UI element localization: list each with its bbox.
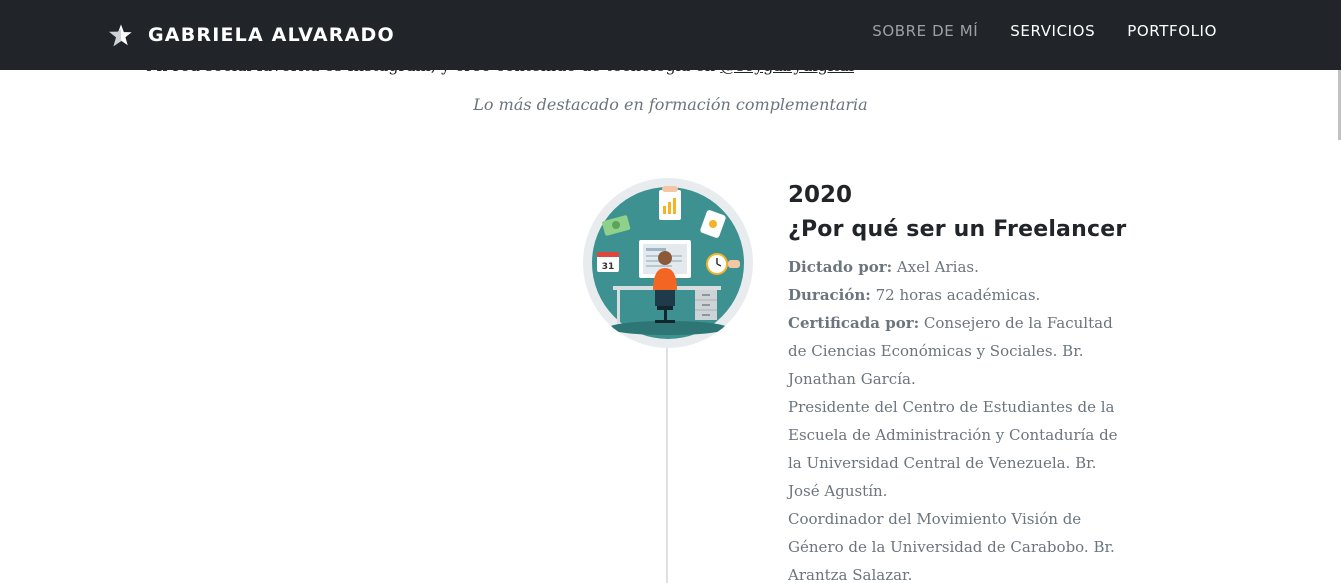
brand-name: GABRIELA ALVARADO <box>148 24 395 46</box>
certificada-label: Certificada por: <box>788 314 920 332</box>
nav-item-servicios[interactable]: SERVICIOS <box>1010 22 1095 40</box>
dictado-label: Dictado por: <box>788 258 893 276</box>
duracion-value: 72 horas académicas. <box>870 286 1041 304</box>
course-title: ¿Por qué ser un Freelancer <box>788 217 1127 242</box>
nav-item-sobre-de-mi[interactable]: SOBRE DE MÍ <box>872 22 978 40</box>
brand-link[interactable]: GABRIELA ALVARADO <box>108 20 395 50</box>
timeline-panel: 2020 ¿Por qué ser un Freelancer Dictado … <box>788 180 1128 583</box>
freelancer-illustration: 31 <box>583 178 753 348</box>
main-nav: SOBRE DE MÍ SERVICIOS PORTFOLIO <box>840 22 1217 40</box>
dictado-value: Axel Arias. <box>892 258 979 276</box>
course-description: Dictado por: Axel Arias. Duración: 72 ho… <box>788 253 1128 583</box>
certifier-3: Coordinador del Movimiento Visión de Gén… <box>788 510 1115 583</box>
svg-text:31: 31 <box>602 262 615 272</box>
section-subtitle: Lo más destacado en formación complement… <box>473 95 868 114</box>
timeline-year: 2020 <box>788 182 853 208</box>
top-navbar: GABRIELA ALVARADO SOBRE DE MÍ SERVICIOS … <box>0 0 1341 70</box>
duracion-label: Duración: <box>788 286 871 304</box>
nav-item-portfolio[interactable]: PORTFOLIO <box>1127 22 1217 40</box>
certifier-2: Presidente del Centro de Estudiantes de … <box>788 398 1118 500</box>
star-icon <box>108 22 134 48</box>
timeline-line <box>666 345 668 583</box>
